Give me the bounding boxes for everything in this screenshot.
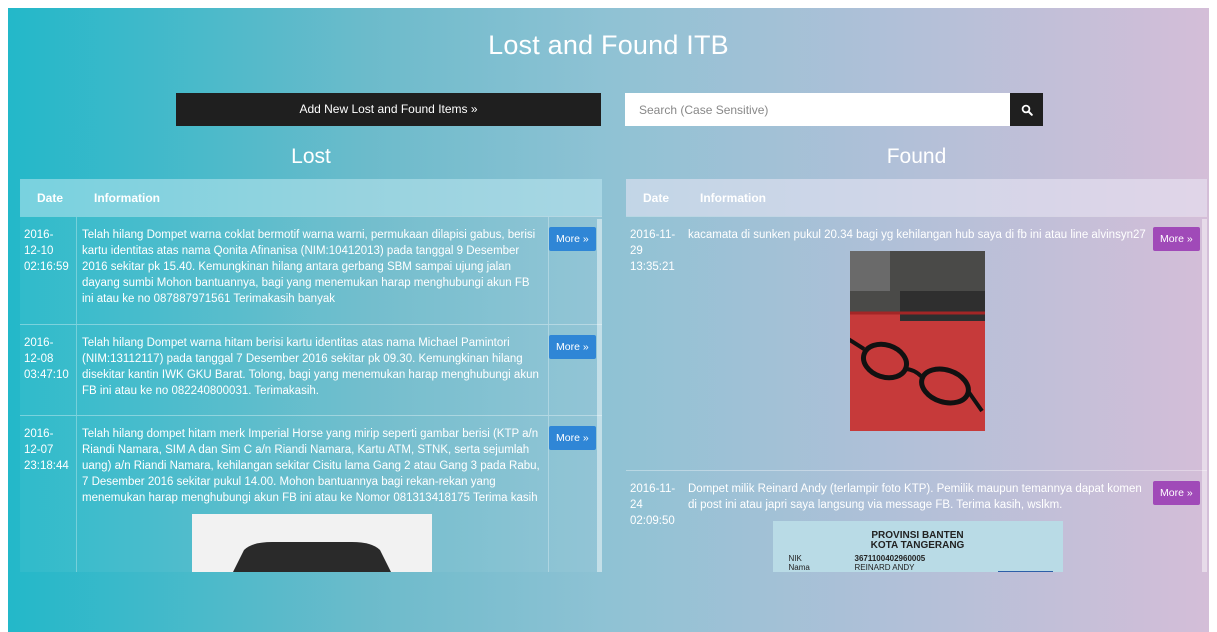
lost-rows: 2016- 12-10 02:16:59 Telah hilang Dompet…: [20, 216, 602, 572]
table-row: 2016- 12-08 03:47:10 Telah hilang Dompet…: [20, 324, 602, 415]
id-card-city: KOTA TANGERANG: [870, 540, 965, 551]
glasses-photo: [850, 251, 985, 431]
table-row: 2016- 12-10 02:16:59 Telah hilang Dompet…: [20, 216, 602, 324]
table-row: 2016-11- 24 02:09:50 Dompet milik Reinar…: [626, 470, 1207, 572]
table-row: 2016- 12-07 23:18:44 Telah hilang dompet…: [20, 415, 602, 572]
date-header: Date: [37, 190, 64, 205]
id-card-name: REINARD ANDY: [854, 563, 915, 572]
search-icon: [1021, 104, 1033, 116]
row-date: 2016- 12-10 02:16:59: [20, 217, 77, 324]
found-heading: Found: [886, 145, 947, 168]
found-scrollbar[interactable]: [1202, 219, 1207, 572]
row-information: Telah hilang dompet hitam merk Imperial …: [82, 428, 540, 504]
row-date: 2016-11- 29 13:35:21: [630, 229, 676, 273]
more-button[interactable]: More »: [549, 335, 596, 359]
more-button[interactable]: More »: [549, 426, 596, 450]
more-button[interactable]: More »: [1153, 227, 1200, 251]
add-item-button[interactable]: Add New Lost and Found Items »: [176, 93, 601, 126]
row-date: 2016- 12-07 23:18:44: [20, 416, 77, 572]
date-header: Date: [643, 190, 670, 205]
more-button[interactable]: More »: [1153, 481, 1200, 505]
lost-scrollbar[interactable]: [597, 219, 602, 572]
id-card-nik-label: NIK: [788, 554, 802, 563]
page-title: Lost and Found ITB: [488, 30, 729, 60]
found-table-header: Date Information: [626, 179, 1207, 216]
id-card-nik: 3671100402960005: [854, 554, 926, 563]
search-button[interactable]: [1010, 93, 1043, 126]
wallet-photo: [192, 514, 432, 572]
id-card-name-label: Nama: [788, 563, 810, 572]
found-rows: 2016-11- 29 13:35:21 kacamata di sunken …: [626, 216, 1207, 572]
more-button[interactable]: More »: [549, 227, 596, 251]
row-date: 2016- 12-08 03:47:10: [20, 325, 77, 415]
information-header: Information: [700, 190, 766, 205]
search-input[interactable]: [625, 93, 1010, 126]
lost-table-header: Date Information: [20, 179, 602, 216]
row-information: kacamata di sunken pukul 20.34 bagi yg k…: [688, 229, 1146, 241]
information-header: Information: [94, 190, 160, 205]
table-row: 2016-11- 29 13:35:21 kacamata di sunken …: [626, 216, 1207, 470]
found-table: Date Information 2016-11- 29 13:35:21 ka…: [626, 179, 1207, 572]
page-background: Lost and Found ITB Add New Lost and Foun…: [8, 8, 1209, 632]
row-date: 2016-11- 24 02:09:50: [630, 483, 676, 527]
row-information: Telah hilang Dompet warna coklat bermoti…: [82, 229, 536, 305]
id-card-photo: PROVINSI BANTEN KOTA TANGERANG NIK Nama …: [772, 521, 1063, 572]
row-information: Dompet milik Reinard Andy (terlampir fot…: [688, 483, 1142, 511]
row-information: Telah hilang Dompet warna hitam berisi k…: [82, 337, 539, 397]
lost-table: Date Information 2016- 12-10 02:16:59 Te…: [20, 179, 602, 572]
lost-heading: Lost: [291, 145, 331, 168]
